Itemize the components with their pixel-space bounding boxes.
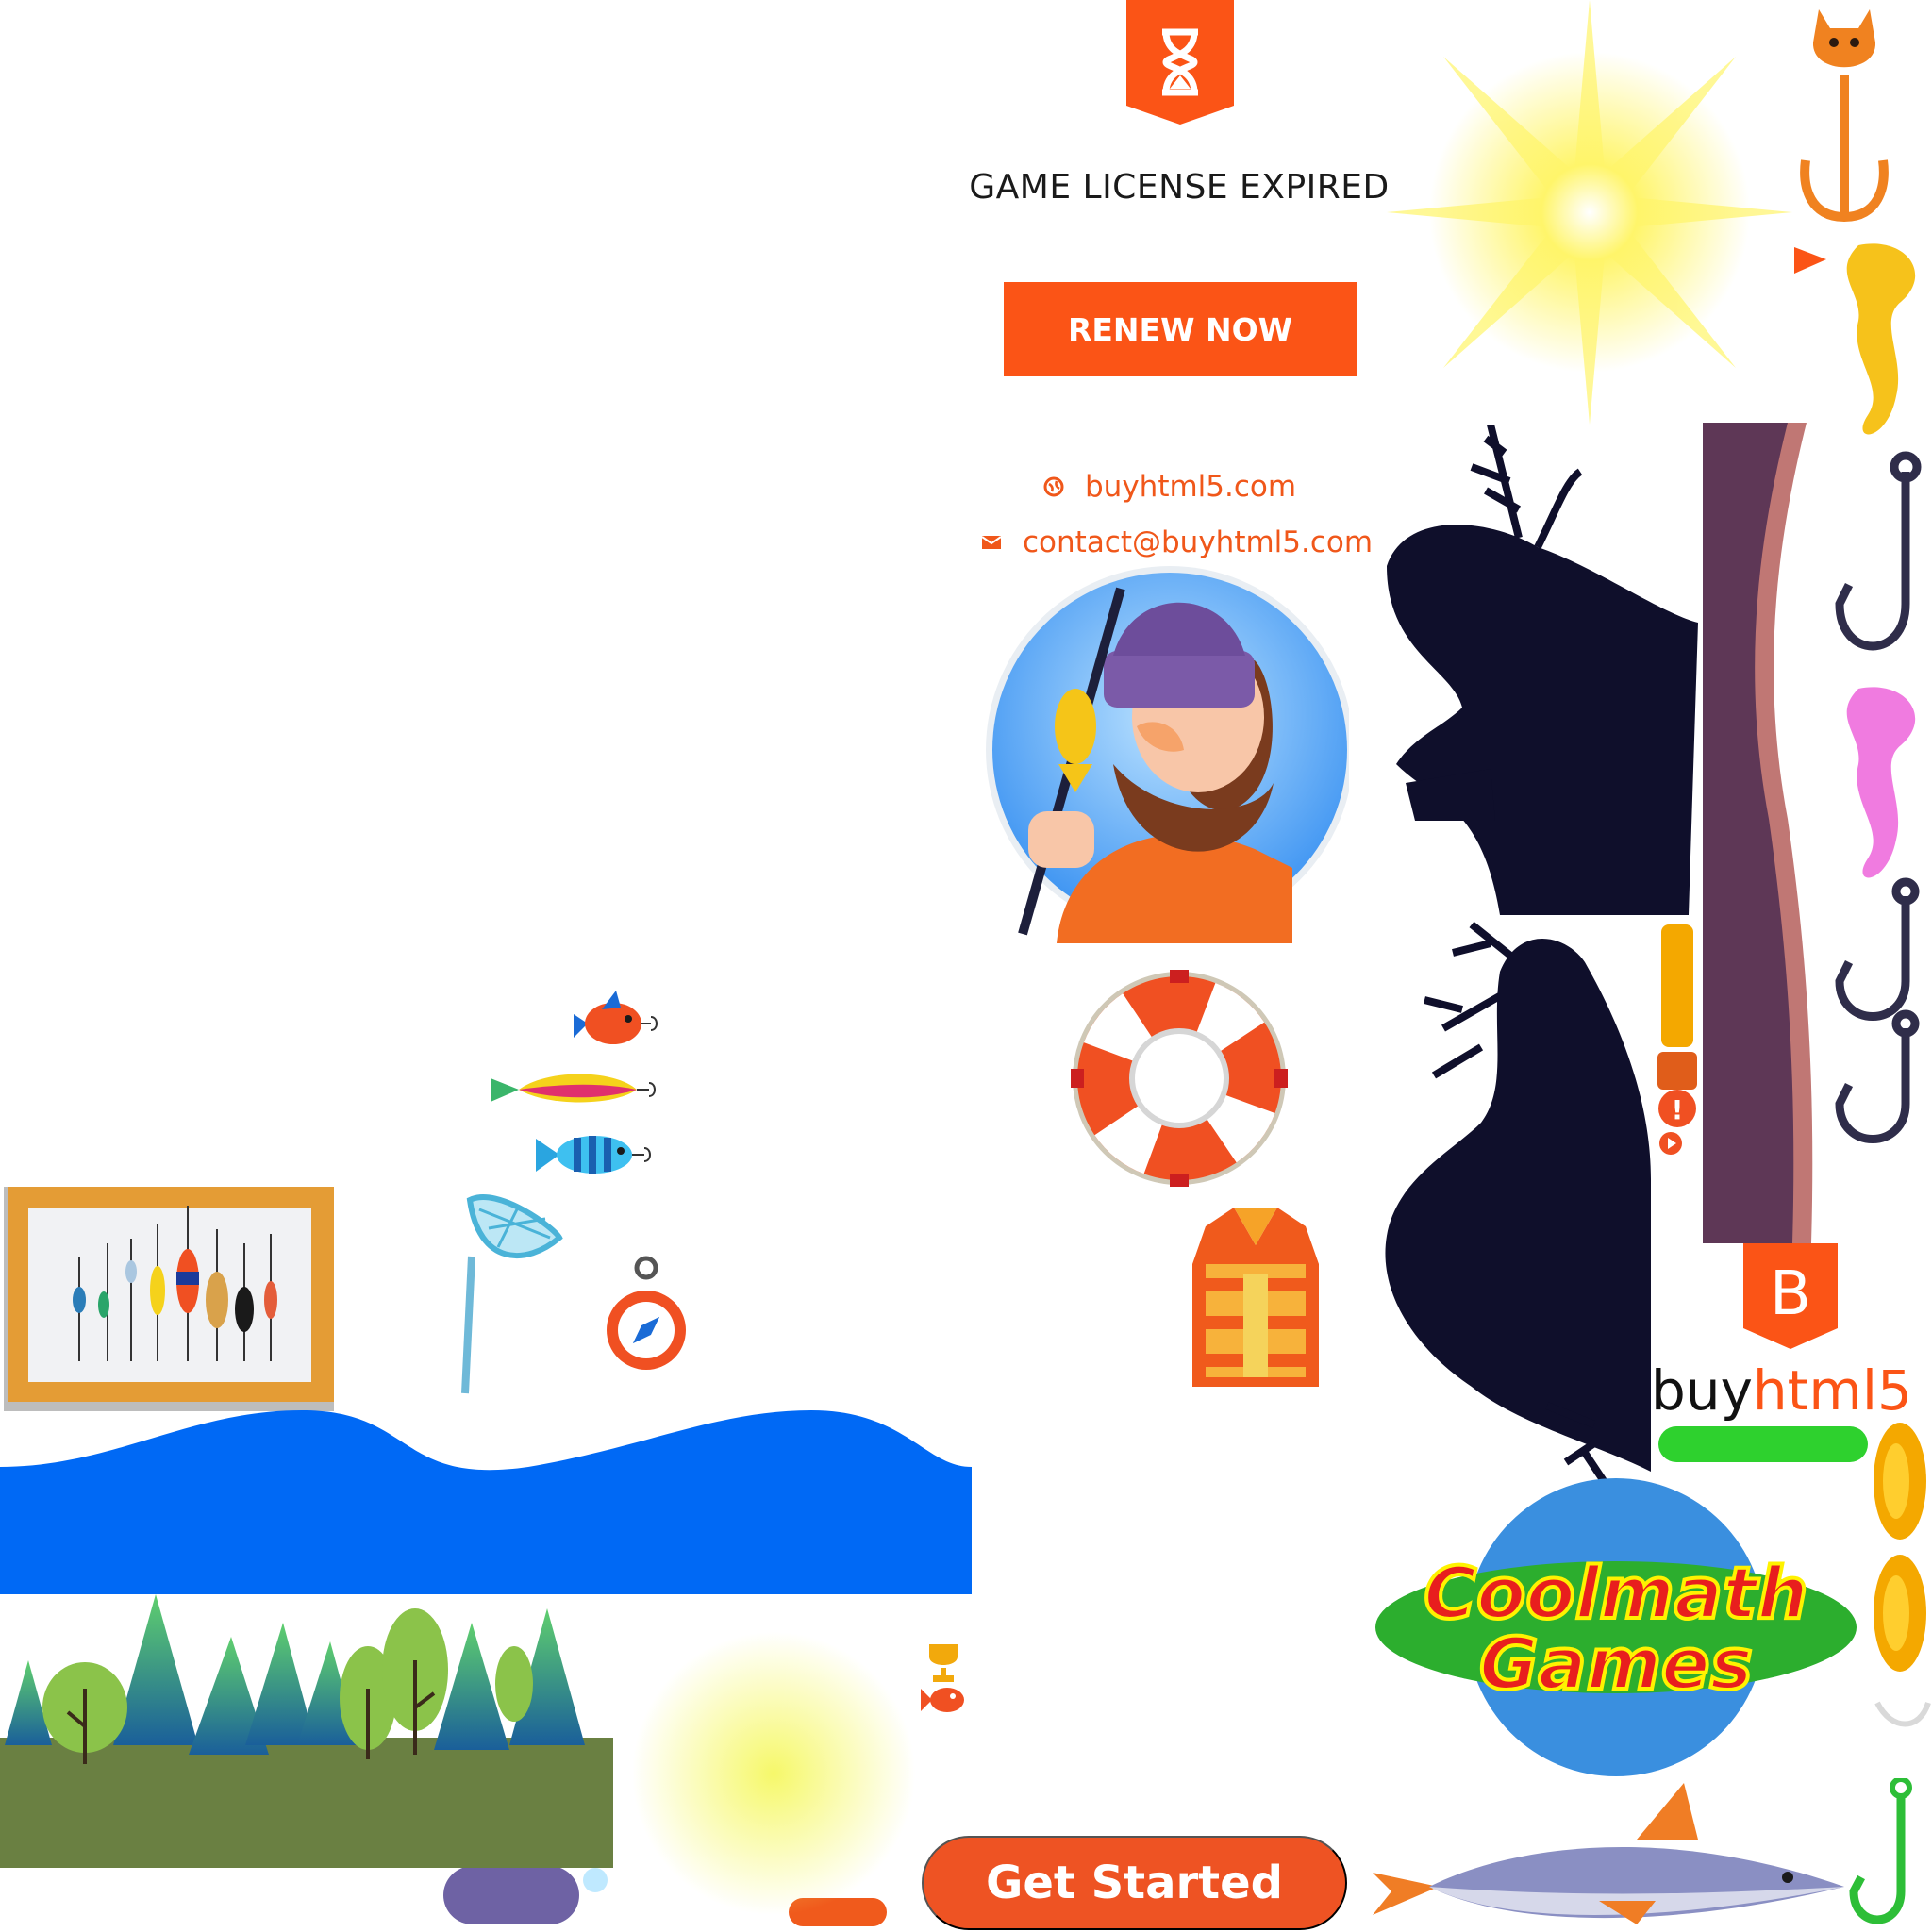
mail-icon [981,536,1002,549]
life-ring-sprite [1071,970,1288,1187]
glow-sprite [632,1632,915,1915]
website-link[interactable]: buyhtml5.com [1043,470,1296,504]
email-link[interactable]: contact@buyhtml5.com [981,525,1373,559]
salmon-sprite [1373,1783,1844,1924]
hook-icon-1 [1835,451,1922,651]
landing-net-sprite [461,1194,563,1394]
yellow-seahorse-icon [1846,243,1916,435]
hook-icon-3 [1835,1009,1920,1143]
hook-icon-2 [1835,877,1920,1021]
globe-icon [1043,476,1064,497]
indicator-strip: ! [1657,924,1697,1155]
brand-prefix: buy [1651,1358,1753,1423]
svg-text:B: B [1770,1259,1811,1329]
fisherman-avatar [986,566,1349,943]
brand-suffix: html5 [1752,1358,1912,1423]
water-wave-sprite [0,1410,972,1594]
purple-pill [443,1866,579,1924]
pink-seahorse-icon [1846,687,1916,878]
lure-rainbow-fish [491,1074,656,1103]
forest-sprite [0,1594,613,1868]
email-text[interactable]: contact@buyhtml5.com [1023,525,1373,559]
cat-hook-icon [1800,9,1889,222]
svg-text:!: ! [1672,1094,1684,1125]
green-progress-bar [1658,1426,1868,1462]
lure-blue-fish [536,1136,651,1174]
sun-sprite [1387,0,1792,425]
life-vest-sprite [1192,1208,1319,1387]
compass-icon [607,1256,686,1370]
lure-red-fish [574,991,658,1044]
coin-column [1874,1423,1931,1727]
website-text[interactable]: buyhtml5.com [1085,470,1296,504]
renew-now-button[interactable]: RENEW NOW [1004,282,1357,376]
hook-column [1794,9,1922,1143]
license-expired-title: GAME LICENSE EXPIRED [969,168,1390,207]
bubble [583,1868,608,1892]
green-hook-icon [1849,1778,1912,1924]
fish-icon [921,1688,964,1712]
buyhtml5-logo: buyhtml5 [1651,1358,1912,1423]
license-badge [1126,0,1234,125]
coolmath-games-logo: Coolmath Games [1375,1478,1857,1776]
buyhtml5-badge: B [1743,1243,1838,1349]
svg-text:Games: Games [1479,1622,1753,1706]
floats-frame-sprite [4,1187,334,1411]
get-started-button[interactable]: Get Started [922,1836,1347,1930]
trophy-icon [929,1644,958,1682]
